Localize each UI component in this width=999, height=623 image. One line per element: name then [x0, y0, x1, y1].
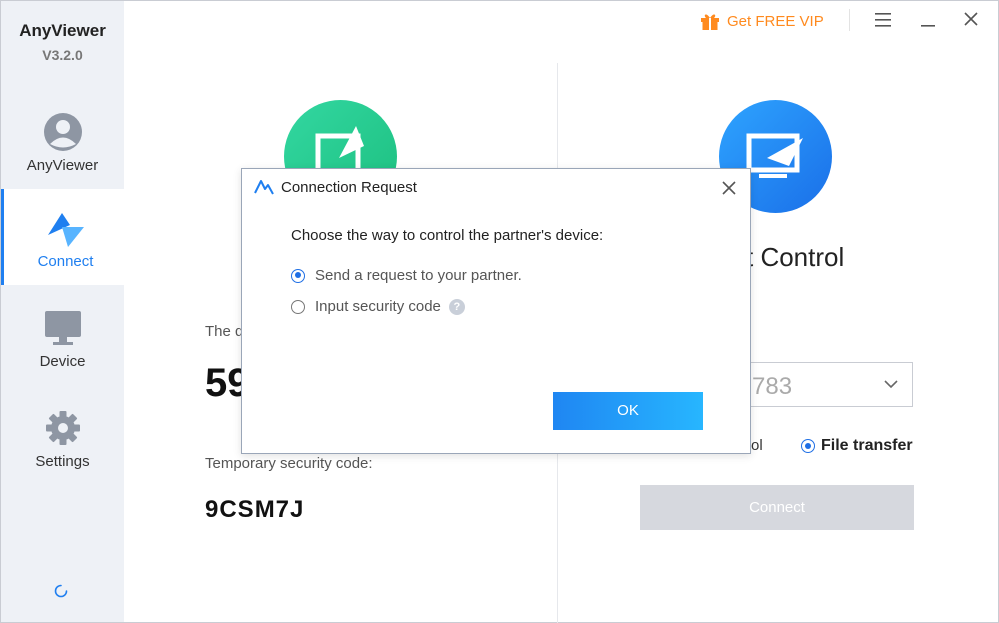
user-avatar-icon — [44, 113, 82, 151]
sidebar-item-label: Device — [39, 353, 86, 370]
ok-button[interactable]: OK — [553, 392, 703, 430]
temp-code-label: Temporary security code: — [205, 455, 373, 472]
send-request-radio[interactable] — [291, 268, 305, 283]
partner-id-value: 783 — [752, 373, 793, 400]
remote-control-title: t Control — [746, 242, 845, 272]
gear-icon — [46, 411, 80, 445]
sidebar-item-device[interactable]: Device — [1, 289, 124, 385]
monitor-icon — [45, 311, 81, 345]
help-icon[interactable]: ? — [448, 298, 465, 315]
sidebar-item-label: Settings — [35, 453, 90, 470]
connect-button[interactable]: Connect — [640, 485, 914, 530]
vip-label: Get FREE VIP — [727, 12, 824, 30]
sidebar-item-connect[interactable]: Connect — [1, 189, 124, 285]
connection-request-dialog: Connection Request Choose the way to con… — [241, 168, 751, 454]
security-code-label: Input security code — [315, 298, 441, 315]
minimize-icon[interactable] — [916, 9, 940, 31]
get-vip-button[interactable]: Get FREE VIP — [699, 10, 824, 32]
sidebar: AnyViewer V3.2.0 AnyViewer Connect Devic… — [1, 1, 124, 622]
gift-icon — [701, 14, 719, 30]
send-request-label: Send a request to your partner. — [315, 267, 522, 284]
app-name: AnyViewer — [19, 21, 106, 40]
app-window: AnyViewer V3.2.0 AnyViewer Connect Devic… — [0, 0, 999, 623]
temp-code-value: 9CSM7J — [205, 496, 305, 523]
topbar-divider — [849, 9, 850, 31]
file-transfer-label: File transfer — [821, 437, 913, 454]
close-icon[interactable] — [959, 9, 983, 31]
sidebar-item-label: Connect — [37, 253, 94, 270]
dialog-title: Connection Request — [281, 179, 417, 196]
security-code-radio[interactable] — [291, 299, 305, 314]
dialog-close-icon[interactable] — [720, 179, 738, 197]
mode-file-transfer-option[interactable]: File transfer — [801, 437, 913, 455]
menu-icon[interactable] — [871, 9, 895, 31]
device-id-label: The d — [205, 323, 244, 340]
file-transfer-radio[interactable] — [801, 439, 815, 453]
connect-logo-icon — [48, 213, 84, 247]
dialog-question: Choose the way to control the partner's … — [291, 227, 604, 244]
chevron-down-icon — [884, 380, 898, 389]
app-version: V3.2.0 — [42, 47, 83, 63]
option-send-request[interactable]: Send a request to your partner. — [291, 267, 522, 284]
option-security-code[interactable]: Input security code ? — [291, 298, 465, 315]
sidebar-item-anyviewer[interactable]: AnyViewer — [1, 93, 124, 189]
loading-spinner-icon — [54, 584, 68, 598]
sidebar-item-label: AnyViewer — [26, 157, 99, 174]
anyviewer-logo-icon — [254, 180, 274, 195]
sidebar-item-settings[interactable]: Settings — [1, 389, 124, 485]
